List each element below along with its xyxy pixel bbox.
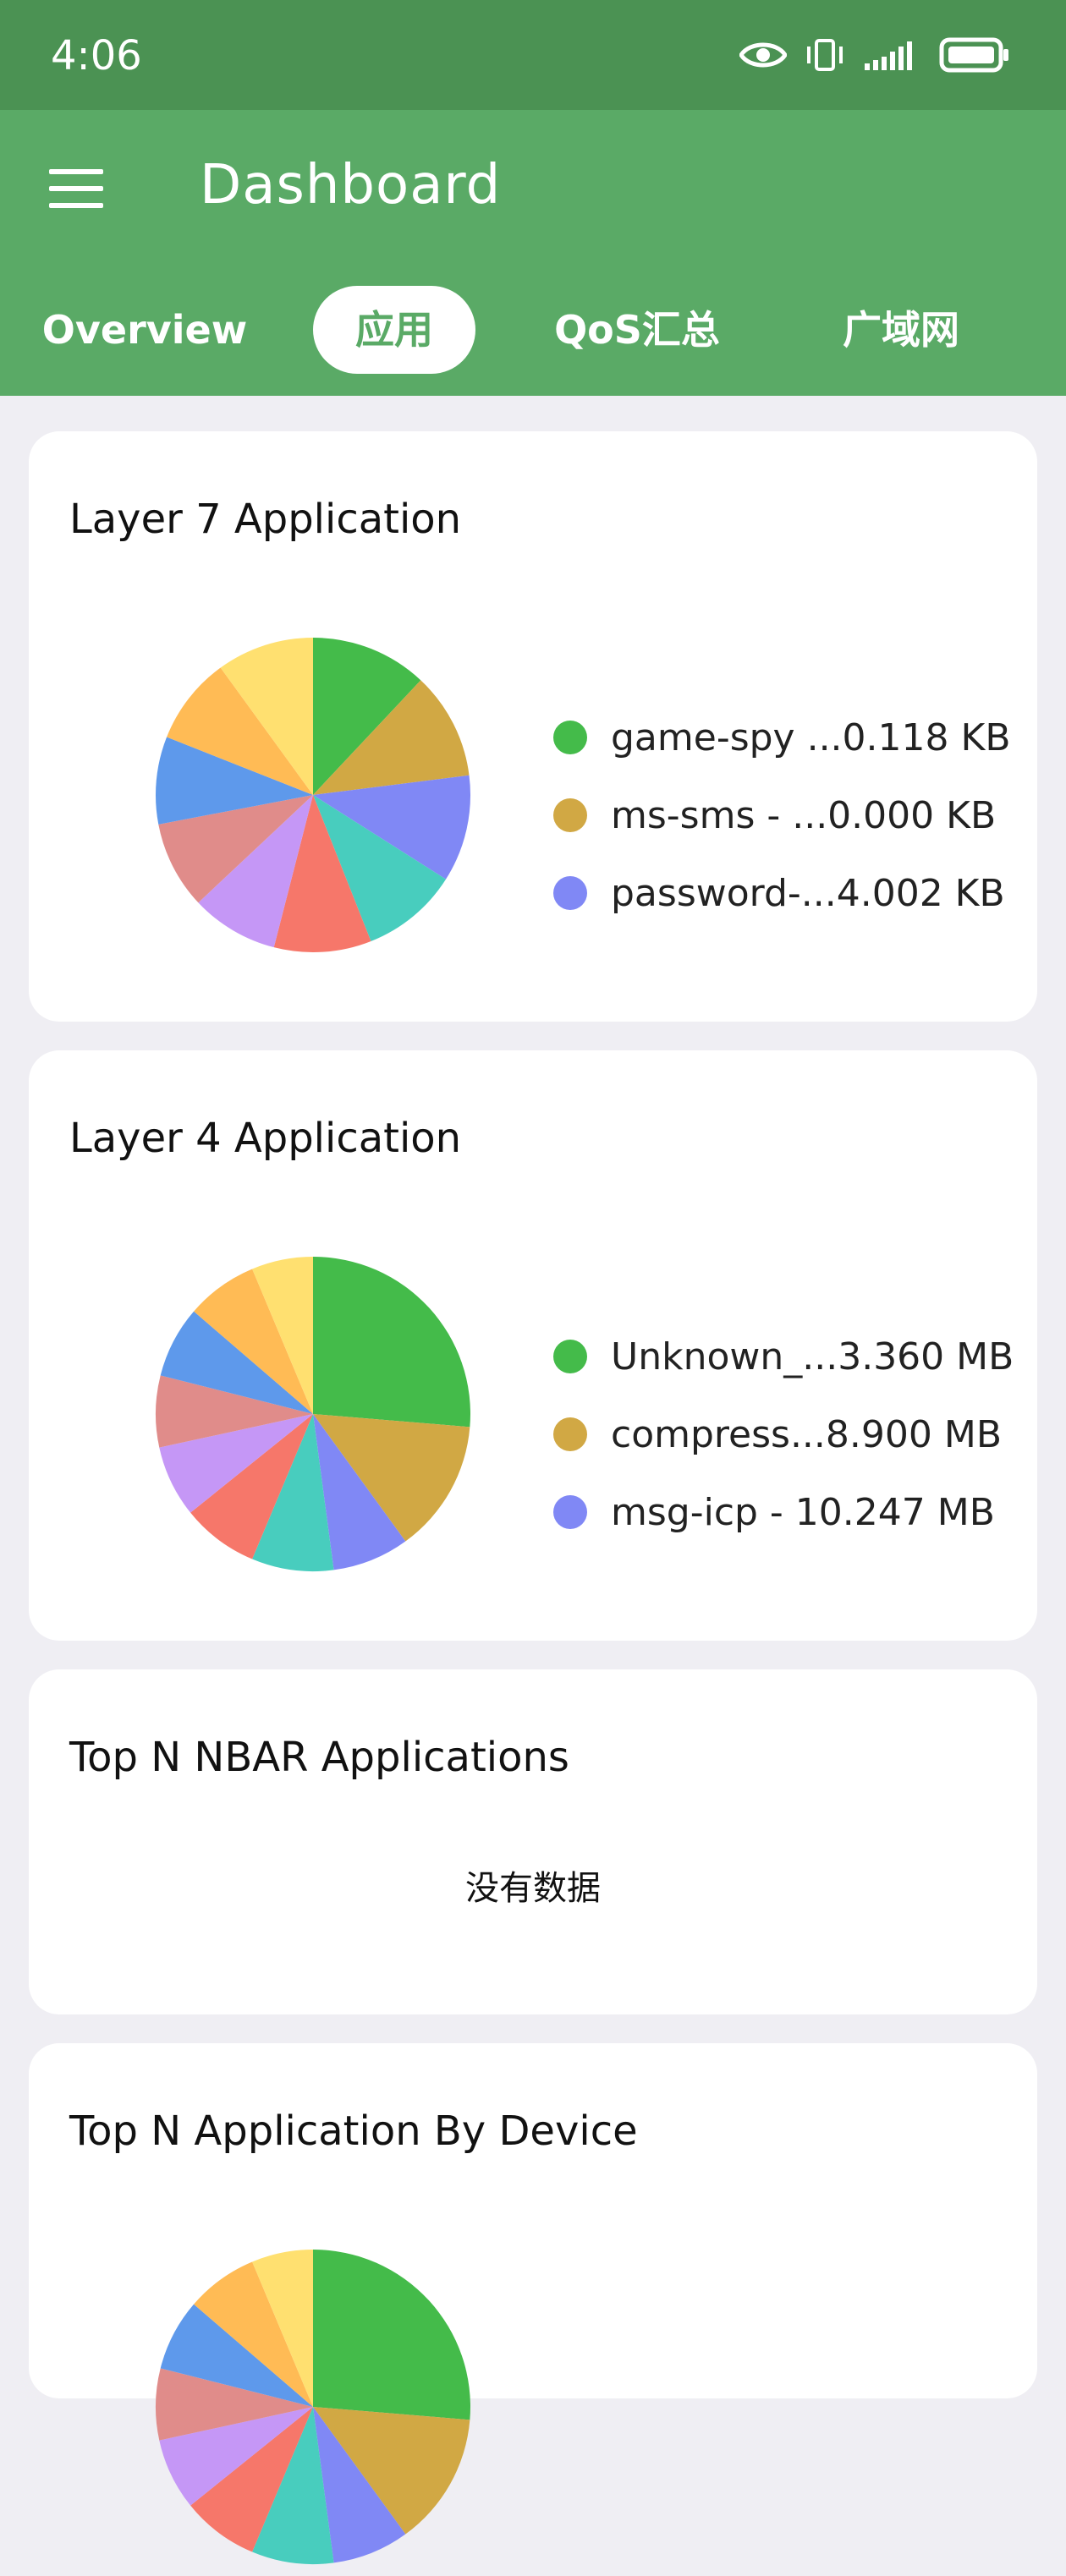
card-title: Top N Application By Device [69,2107,638,2155]
top-n-nbar-card: Top N NBAR Applications 没有数据 [29,1669,1037,2014]
legend-dot [553,1417,587,1451]
menu-icon[interactable] [49,169,103,210]
layer4-legend: Unknown_...3.360 MB compress...8.900 MB … [553,1318,1014,1551]
legend-item[interactable]: ms-sms - ...0.000 KB [553,776,1011,854]
layer7-legend: game-spy ...0.118 KB ms-sms - ...0.000 K… [553,699,1011,932]
legend-item[interactable]: msg-icp - 10.247 MB [553,1473,1014,1551]
pie-slice[interactable] [313,1257,470,1428]
legend-dot [553,876,587,910]
layer4-pie-chart[interactable] [144,1245,482,1583]
status-time: 4:06 [51,32,142,79]
card-title: Layer 7 Application [69,496,462,543]
layer7-pie-chart[interactable] [144,626,482,964]
card-title: Layer 4 Application [69,1115,462,1162]
status-bar: 4:06 [0,0,1066,110]
tab-overview[interactable]: Overview [34,286,256,374]
legend-item[interactable]: password-...4.002 KB [553,854,1011,932]
tab-applications[interactable]: 应用 [313,286,475,374]
battery-icon [939,37,1008,73]
legend-dot [553,1340,587,1373]
layer7-card: Layer 7 Application game-spy ...0.118 KB… [29,431,1037,1022]
card-title: Top N NBAR Applications [69,1734,569,1781]
legend-item[interactable]: Unknown_...3.360 MB [553,1318,1014,1395]
legend-label: compress...8.900 MB [611,1412,1002,1456]
legend-dot [553,721,587,754]
app-bar: Dashboard Overview 应用 QoS汇总 广域网 [0,110,1066,396]
tab-bar: Overview 应用 QoS汇总 广域网 [0,286,1066,374]
legend-item[interactable]: compress...8.900 MB [553,1395,1014,1473]
legend-dot [553,798,587,832]
legend-item[interactable]: game-spy ...0.118 KB [553,699,1011,776]
signal-icon [865,41,912,70]
legend-label: password-...4.002 KB [611,871,1005,915]
legend-label: Unknown_...3.360 MB [611,1335,1014,1378]
no-data-text: 没有数据 [465,1869,601,1908]
top-n-by-device-card: Top N Application By Device [29,2043,1037,2564]
device-pie-chart[interactable] [144,2238,482,2576]
layer4-card: Layer 4 Application Unknown_...3.360 MB … [29,1050,1037,1641]
tab-qos-summary[interactable]: QoS汇总 [541,286,733,374]
pie-slice[interactable] [313,2250,470,2420]
legend-label: ms-sms - ...0.000 KB [611,793,997,837]
legend-label: game-spy ...0.118 KB [611,715,1011,759]
tab-wan[interactable]: 广域网 [821,286,981,374]
vibrate-icon [807,39,843,71]
page-title: Dashboard [200,154,502,216]
legend-dot [553,1495,587,1529]
eye-icon [739,42,787,68]
legend-label: msg-icp - 10.247 MB [611,1490,995,1534]
status-icons [739,37,1010,73]
